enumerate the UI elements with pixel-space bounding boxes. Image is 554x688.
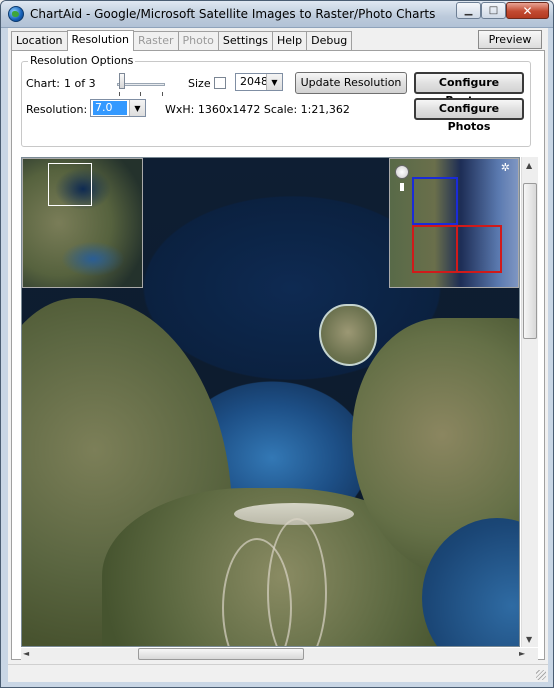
satellite-map-view[interactable]: ✲ — [21, 157, 520, 647]
vertical-scroll-thumb[interactable] — [523, 183, 537, 339]
overview-thumbnail[interactable] — [22, 158, 143, 288]
chart-3-box[interactable] — [456, 225, 502, 273]
size-combobox[interactable]: 2048 ▼ — [235, 73, 283, 91]
chart-2-box[interactable] — [412, 225, 458, 273]
chevron-down-icon[interactable]: ▼ — [129, 100, 145, 116]
tab-settings[interactable]: Settings — [217, 31, 274, 50]
scroll-right-icon[interactable]: ► — [519, 649, 525, 658]
tab-photo: Photo — [177, 31, 219, 50]
tab-raster: Raster — [133, 31, 179, 50]
resolution-options-group: Resolution Options Chart: 1 of 3 Size 20… — [21, 54, 531, 147]
scroll-down-icon[interactable]: ▼ — [526, 635, 532, 644]
compass-icon: ✲ — [500, 161, 510, 174]
tab-debug[interactable]: Debug — [306, 31, 353, 50]
configure-rasters-button[interactable]: Configure Rasters — [414, 72, 524, 107]
update-resolution-button[interactable]: Update Resolution — [295, 72, 407, 94]
configure-photos-button[interactable]: Configure Photos — [414, 98, 524, 133]
tab-strip: Location Resolution Raster Photo Setting… — [11, 30, 353, 51]
client-area: Location Resolution Raster Photo Setting… — [8, 28, 548, 682]
horizontal-scroll-thumb[interactable] — [138, 648, 304, 660]
resolution-combobox-value: 7.0 — [93, 101, 127, 115]
scroll-up-icon[interactable]: ▲ — [526, 161, 532, 170]
scroll-left-icon[interactable]: ◄ — [23, 649, 29, 658]
maximize-button[interactable]: □ — [481, 2, 506, 19]
preview-button[interactable]: Preview — [478, 30, 542, 49]
chart-slider[interactable] — [117, 72, 169, 100]
slider-tick — [162, 92, 163, 96]
horizontal-scrollbar[interactable]: ◄ ► — [21, 648, 538, 660]
app-window: ChartAid - Google/Microsoft Satellite Im… — [0, 0, 554, 688]
resolution-tab-panel: Resolution Options Chart: 1 of 3 Size 20… — [11, 50, 545, 660]
window-title: ChartAid - Google/Microsoft Satellite Im… — [30, 7, 436, 21]
size-label: Size — [188, 77, 211, 90]
chevron-down-icon[interactable]: ▼ — [266, 74, 282, 90]
resolution-combobox[interactable]: 7.0 ▼ — [90, 99, 146, 117]
tab-resolution[interactable]: Resolution — [66, 30, 135, 51]
navigation-icon[interactable] — [395, 165, 409, 179]
dimensions-scale-readout: WxH: 1360x1472 Scale: 1:21,362 — [165, 103, 350, 116]
title-bar[interactable]: ChartAid - Google/Microsoft Satellite Im… — [1, 1, 553, 28]
tab-help[interactable]: Help — [272, 31, 308, 50]
status-bar — [8, 664, 548, 682]
chart-layout-minimap[interactable]: ✲ — [389, 158, 519, 288]
vertical-scrollbar[interactable]: ▲ ▼ — [521, 157, 538, 647]
size-checkbox[interactable] — [214, 77, 226, 89]
globe-icon — [8, 6, 24, 22]
group-title: Resolution Options — [28, 54, 136, 67]
resize-grip-icon[interactable] — [536, 670, 546, 680]
chart-value: 1 of 3 — [64, 77, 96, 90]
chart-label: Chart: — [26, 77, 60, 90]
close-button[interactable]: ✕ — [506, 2, 549, 19]
map-headland — [319, 304, 377, 366]
resolution-label: Resolution: — [26, 103, 88, 116]
zoom-icon[interactable] — [400, 183, 404, 191]
slider-thumb[interactable] — [119, 73, 125, 89]
slider-tick — [140, 92, 141, 96]
minimize-button[interactable]: ▁ — [456, 2, 481, 19]
tab-location[interactable]: Location — [11, 31, 68, 50]
chart-1-box[interactable] — [412, 177, 458, 225]
slider-tick — [119, 92, 120, 96]
overview-viewport-frame[interactable] — [48, 163, 92, 206]
